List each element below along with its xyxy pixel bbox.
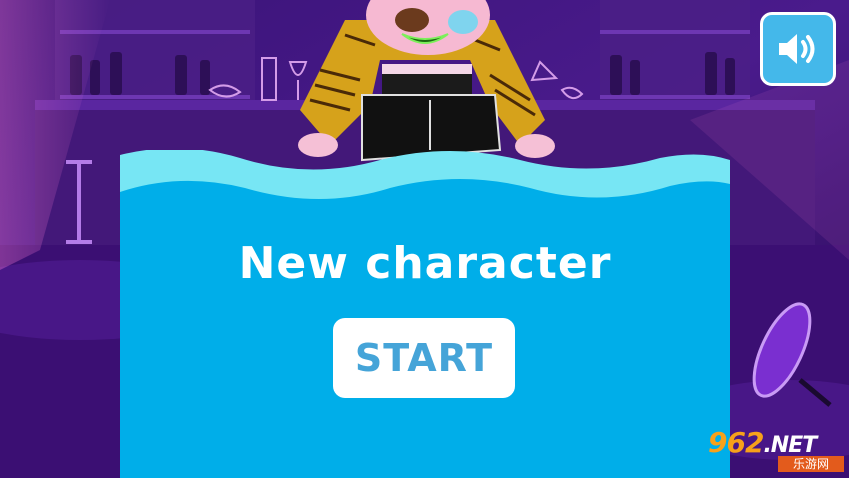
speaker-volume-icon bbox=[779, 34, 815, 64]
site-watermark: 962.NET 乐游网 bbox=[708, 426, 844, 474]
watermark-logo-suffix: .NET bbox=[763, 433, 817, 458]
start-button[interactable]: START bbox=[333, 318, 515, 398]
screen-title: New character bbox=[238, 238, 612, 289]
watermark-logo-number: 962 bbox=[708, 426, 764, 459]
watermark-subtitle: 乐游网 bbox=[778, 456, 844, 472]
sound-toggle-button[interactable] bbox=[760, 12, 836, 86]
water-panel bbox=[120, 150, 730, 478]
start-button-label: START bbox=[354, 336, 494, 380]
